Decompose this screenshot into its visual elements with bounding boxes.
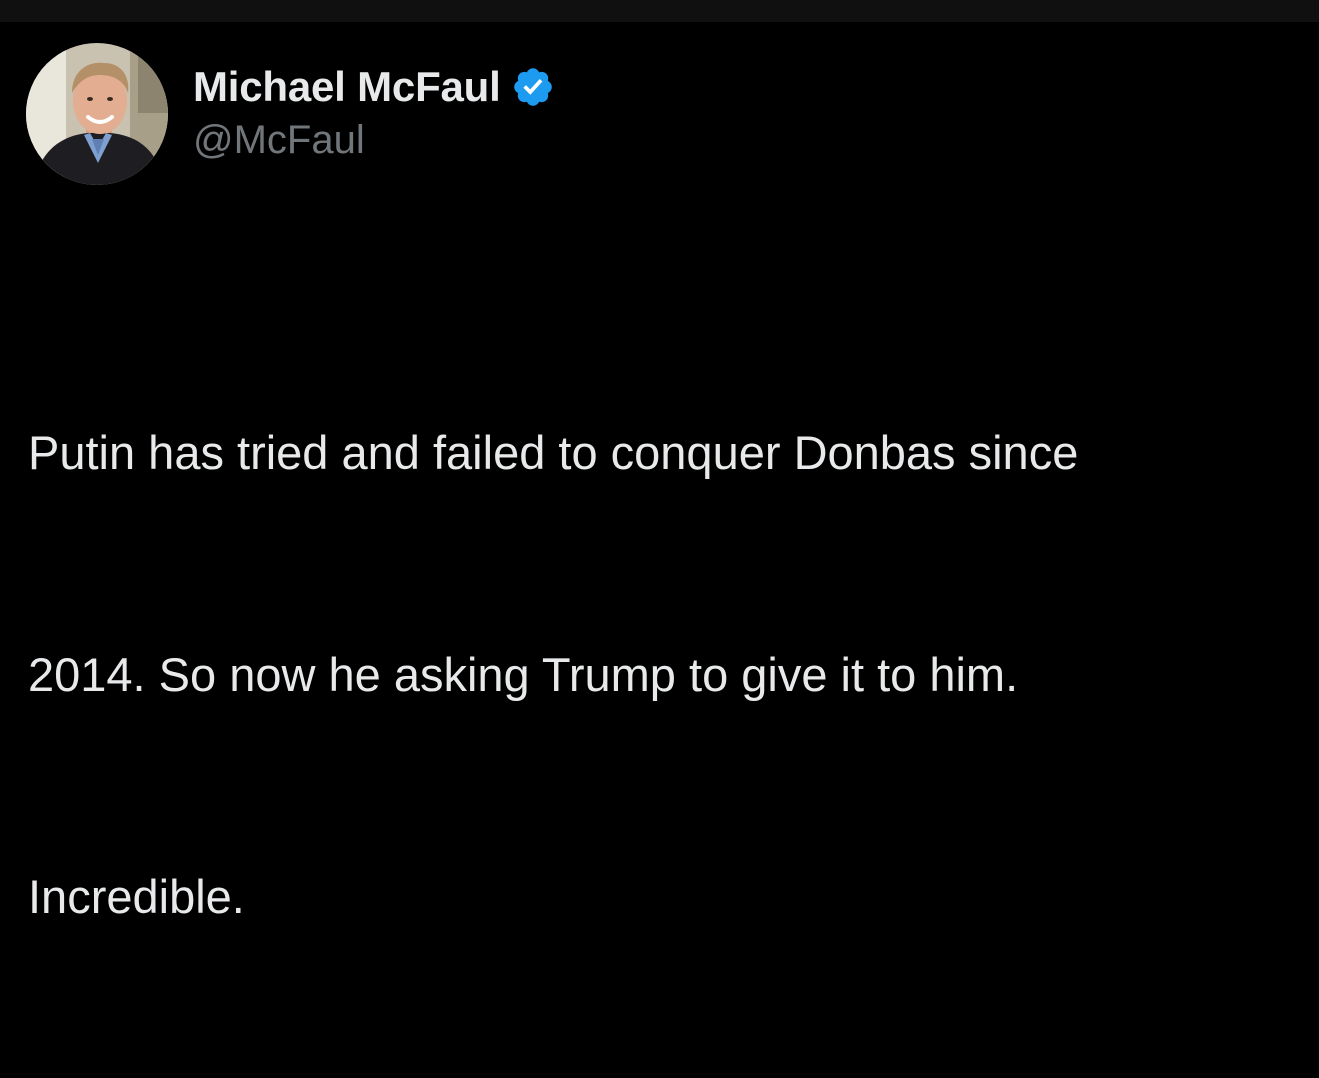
profile-photo <box>26 43 168 185</box>
tweet-text: Putin has tried and failed to conquer Do… <box>28 268 1298 1078</box>
tweet-text-line: Incredible. <box>28 870 245 923</box>
handle[interactable]: @McFaul <box>193 118 555 163</box>
display-name[interactable]: Michael McFaul <box>193 63 501 111</box>
tweet-text-line: Putin has tried and failed to conquer Do… <box>28 426 1079 479</box>
author-block: Michael McFaul @McFaul <box>193 62 555 163</box>
verified-badge-icon[interactable] <box>511 65 555 109</box>
avatar[interactable] <box>26 43 168 185</box>
name-row: Michael McFaul <box>193 62 555 112</box>
tweet-text-line: 2014. So now he asking Trump to give it … <box>28 648 1019 701</box>
tweet-card: Michael McFaul @McFaul Putin has tried a… <box>0 22 1319 923</box>
top-strip <box>0 0 1319 22</box>
